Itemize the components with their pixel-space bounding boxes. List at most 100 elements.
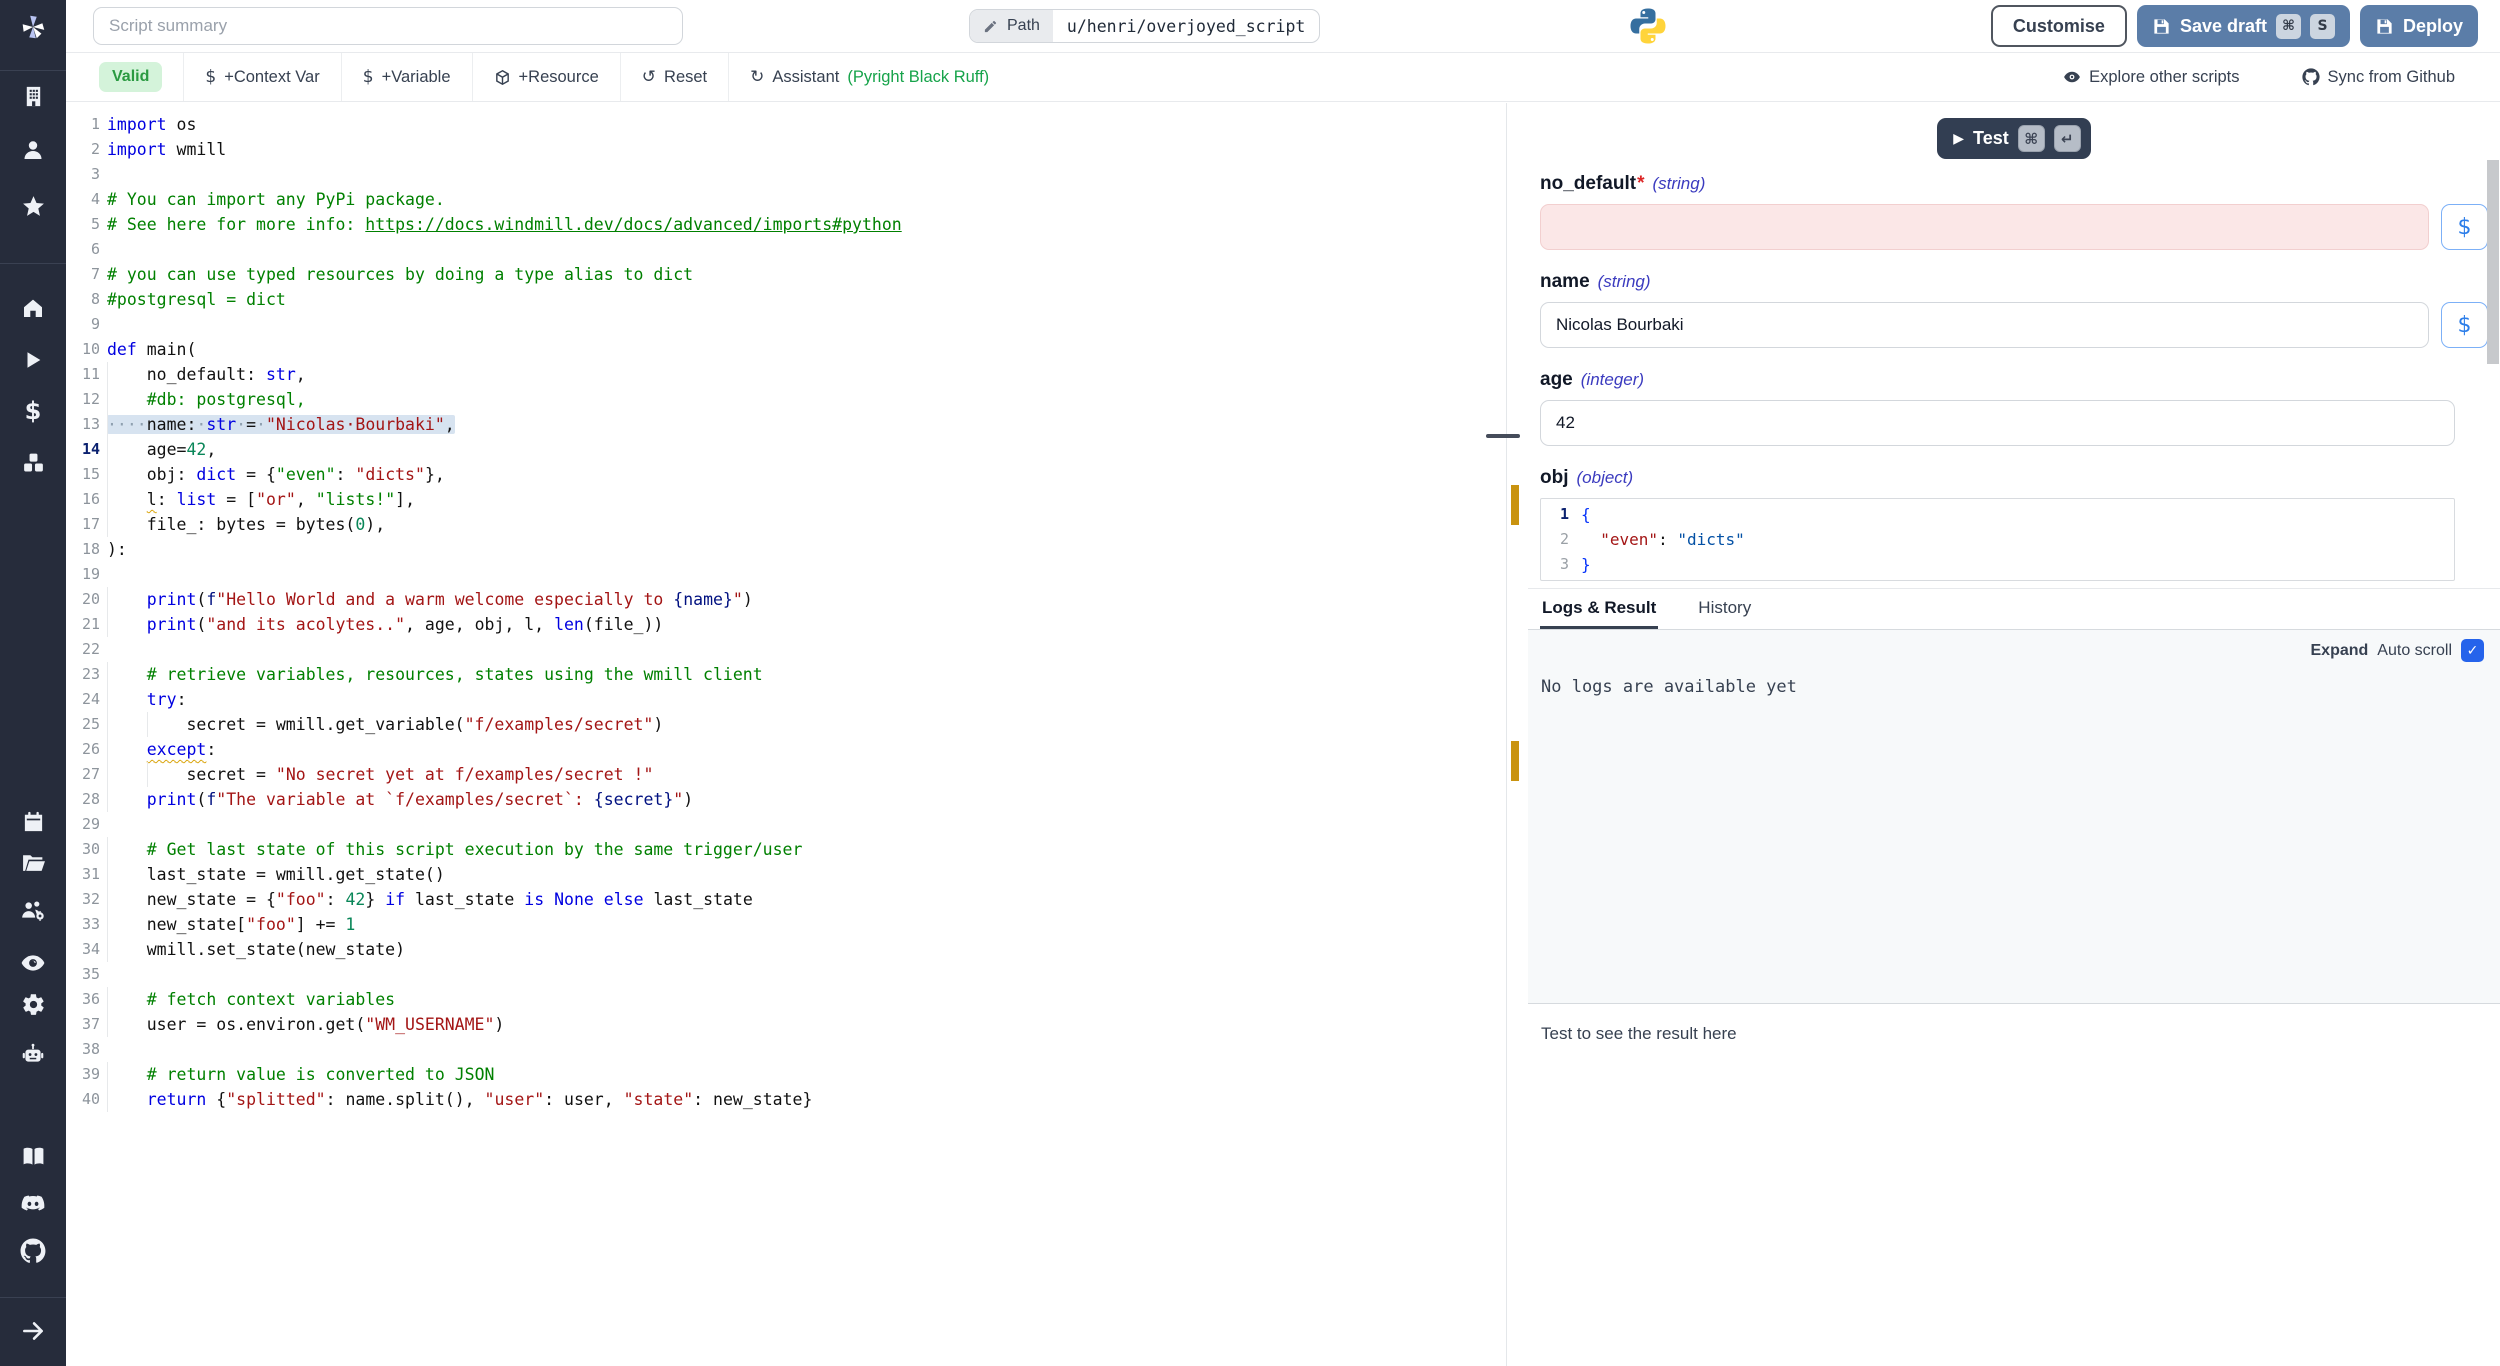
- code-line[interactable]: 24 try:: [66, 687, 1500, 712]
- line-number: 1: [66, 112, 100, 137]
- code-line[interactable]: 8#postgresql = dict: [66, 287, 1500, 312]
- sidebar-collapse-toggle[interactable]: [0, 1311, 66, 1351]
- line-number: 26: [66, 737, 100, 762]
- customise-button[interactable]: Customise: [1991, 5, 2127, 47]
- code-line[interactable]: 14 age=42,: [66, 437, 1500, 462]
- sidebar-item-resources[interactable]: [0, 442, 66, 482]
- code-line[interactable]: 18):: [66, 537, 1500, 562]
- code-line[interactable]: 17 file_: bytes = bytes(0),: [66, 512, 1500, 537]
- panel-scrollbar[interactable]: [2487, 160, 2499, 364]
- save-draft-button[interactable]: Save draft ⌘ S: [2137, 5, 2350, 47]
- code-line[interactable]: 11 no_default: str,: [66, 362, 1500, 387]
- autoscroll-checkbox[interactable]: ✓: [2461, 639, 2484, 662]
- insert-variable-button[interactable]: $: [2441, 204, 2488, 250]
- sidebar-item-settings[interactable]: [0, 984, 66, 1024]
- save-draft-label: Save draft: [2180, 16, 2267, 37]
- obj-json-editor[interactable]: 1{2 "even": "dicts"3}: [1540, 498, 2455, 581]
- code-line[interactable]: 3}: [1541, 552, 2454, 577]
- code-line[interactable]: 33 new_state["foo"] += 1: [66, 912, 1500, 937]
- code-line[interactable]: 2import wmill: [66, 137, 1500, 162]
- tab-history[interactable]: History: [1696, 589, 1753, 629]
- code-line[interactable]: 1import os: [66, 112, 1500, 137]
- code-line[interactable]: 6: [66, 237, 1500, 262]
- sidebar-item-schedules[interactable]: [0, 801, 66, 841]
- code-line[interactable]: 7# you can use typed resources by doing …: [66, 262, 1500, 287]
- test-button[interactable]: ▶ Test ⌘ ↵: [1937, 118, 2090, 159]
- code-line[interactable]: 32 new_state = {"foo": 42} if last_state…: [66, 887, 1500, 912]
- code-line[interactable]: 28 print(f"The variable at `f/examples/s…: [66, 787, 1500, 812]
- windmill-logo[interactable]: [0, 7, 66, 47]
- sync-from-github-button[interactable]: Sync from Github: [2302, 68, 2455, 87]
- code-line[interactable]: 16 l: list = ["or", "lists!"],: [66, 487, 1500, 512]
- assistant-button[interactable]: ↻ Assistant (Pyright Black Ruff): [750, 67, 989, 87]
- eye-icon: [20, 950, 46, 976]
- code-line[interactable]: 39 # return value is converted to JSON: [66, 1062, 1500, 1087]
- code-line[interactable]: 34 wmill.set_state(new_state): [66, 937, 1500, 962]
- code-line[interactable]: 20 print(f"Hello World and a warm welcom…: [66, 587, 1500, 612]
- code-line[interactable]: 21 print("and its acolytes..", age, obj,…: [66, 612, 1500, 637]
- code-line[interactable]: 12 #db: postgresql,: [66, 387, 1500, 412]
- code-line[interactable]: 5# See here for more info: https://docs.…: [66, 212, 1500, 237]
- code-line[interactable]: 22: [66, 637, 1500, 662]
- code-line[interactable]: 37 user = os.environ.get("WM_USERNAME"): [66, 1012, 1500, 1037]
- code-line[interactable]: 15 obj: dict = {"even": "dicts"},: [66, 462, 1500, 487]
- code-line[interactable]: 38: [66, 1037, 1500, 1062]
- deploy-button[interactable]: Deploy: [2360, 5, 2478, 47]
- code-lines: 1import os2import wmill34# You can impor…: [66, 112, 1500, 1112]
- code-line[interactable]: 25 secret = wmill.get_variable("f/exampl…: [66, 712, 1500, 737]
- code-line[interactable]: 10def main(: [66, 337, 1500, 362]
- reset-button[interactable]: ↺ Reset: [642, 67, 707, 87]
- no-default-input[interactable]: [1540, 204, 2429, 250]
- split-divider[interactable]: [1500, 103, 1528, 1366]
- code-line[interactable]: 36 # fetch context variables: [66, 987, 1500, 1012]
- code-line[interactable]: 31 last_state = wmill.get_state(): [66, 862, 1500, 887]
- line-number: 7: [66, 262, 100, 287]
- sidebar-item-home[interactable]: [0, 288, 66, 328]
- name-input[interactable]: [1540, 302, 2429, 348]
- explore-other-scripts-button[interactable]: Explore other scripts: [2063, 68, 2239, 87]
- line-number: 23: [66, 662, 100, 687]
- code-line[interactable]: 35: [66, 962, 1500, 987]
- code-line[interactable]: 29: [66, 812, 1500, 837]
- code-line[interactable]: 30 # Get last state of this script execu…: [66, 837, 1500, 862]
- script-summary-input[interactable]: [93, 7, 683, 45]
- code-line[interactable]: 26 except:: [66, 737, 1500, 762]
- add-context-var-button[interactable]: $ +Context Var: [205, 67, 319, 87]
- sidebar-item-workers[interactable]: [0, 1034, 66, 1074]
- insert-variable-button[interactable]: $: [2441, 302, 2488, 348]
- line-number: 2: [1541, 527, 1569, 552]
- path-badge[interactable]: Path u/henri/overjoyed_script: [969, 9, 1320, 43]
- sidebar-item-folders[interactable]: [0, 842, 66, 882]
- code-line[interactable]: 19: [66, 562, 1500, 587]
- sidebar-item-audit[interactable]: [0, 943, 66, 983]
- divider-line: [1506, 103, 1507, 1366]
- code-line[interactable]: 2 "even": "dicts": [1541, 527, 2454, 552]
- field-name: no_default: [1540, 173, 1636, 195]
- sidebar-item-favorites[interactable]: [0, 186, 66, 226]
- code-line[interactable]: 9: [66, 312, 1500, 337]
- code-line[interactable]: 4# You can import any PyPi package.: [66, 187, 1500, 212]
- expand-button[interactable]: Expand: [2311, 642, 2369, 660]
- code-line[interactable]: 1{: [1541, 502, 2454, 527]
- sidebar-item-docs[interactable]: [0, 1136, 66, 1176]
- sidebar-item-groups[interactable]: [0, 890, 66, 930]
- sidebar-item-user[interactable]: [0, 130, 66, 170]
- code-editor[interactable]: 1import os2import wmill34# You can impor…: [66, 103, 1500, 1366]
- add-variable-button[interactable]: $ +Variable: [363, 67, 451, 87]
- add-resource-button[interactable]: +Resource: [494, 68, 599, 87]
- sidebar-item-runs[interactable]: [0, 340, 66, 380]
- sidebar-item-workspace[interactable]: [0, 76, 66, 116]
- divider-drag-handle[interactable]: [1486, 434, 1520, 438]
- code-line[interactable]: 40 return {"splitted": name.split(), "us…: [66, 1087, 1500, 1112]
- code-line[interactable]: 23 # retrieve variables, resources, stat…: [66, 662, 1500, 687]
- code-line[interactable]: 3: [66, 162, 1500, 187]
- sidebar-item-discord[interactable]: [0, 1184, 66, 1224]
- code-line[interactable]: 27 secret = "No secret yet at f/examples…: [66, 762, 1500, 787]
- tab-logs-result[interactable]: Logs & Result: [1540, 589, 1658, 629]
- code-line[interactable]: 13····name:·str·=·"Nicolas·Bourbaki",: [66, 412, 1500, 437]
- sidebar-item-variables[interactable]: $: [0, 391, 66, 431]
- line-content: }: [1581, 552, 1591, 577]
- field-no-default: no_default* (string) $: [1540, 173, 2488, 250]
- age-input[interactable]: [1540, 400, 2455, 446]
- sidebar-item-github[interactable]: [0, 1231, 66, 1271]
